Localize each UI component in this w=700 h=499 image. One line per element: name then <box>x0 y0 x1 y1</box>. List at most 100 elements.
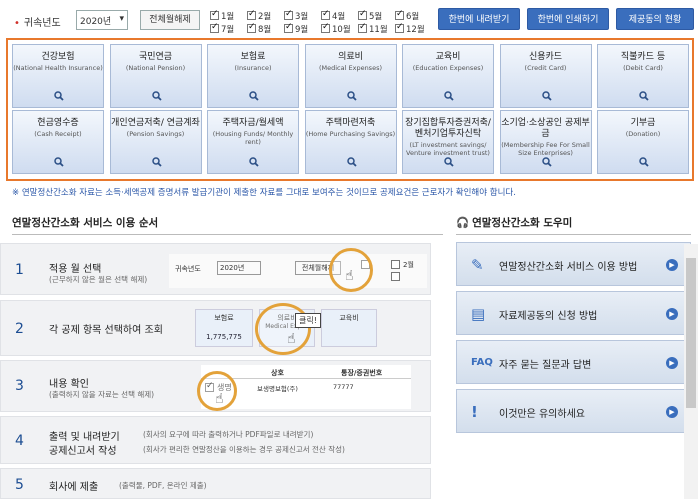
scrollbar[interactable] <box>684 244 698 499</box>
month-checkbox[interactable]: 2월 <box>247 9 284 22</box>
help-caution-button[interactable]: ! 이것만은 유의하세요 ▶ <box>456 389 691 433</box>
pointer-hand-icon: ☝ <box>287 331 296 347</box>
category-card[interactable]: 직불카드 등 (Debit Card) <box>597 44 689 108</box>
category-card[interactable]: 장기집합투자증권저축/ 벤처기업투자신탁 (LT investment savin… <box>402 110 494 174</box>
step-number: 5 <box>15 477 24 493</box>
category-title: 주택자금/월세액 <box>222 118 284 128</box>
category-title: 직불카드 등 <box>620 52 666 62</box>
category-card[interactable]: 보험료 (Insurance) <box>207 44 299 108</box>
step-4: 4 출력 및 내려받기 공제신고서 작성 (회사의 요구에 따라 출력하거나 P… <box>0 416 431 464</box>
category-card[interactable]: 현금영수증 (Cash Receipt) <box>12 110 104 174</box>
help-consent-guide-button[interactable]: ▤ 자료제공동의 신청 방법 ▶ <box>456 291 691 335</box>
category-subtitle: (Credit Card) <box>524 64 567 72</box>
month-checkbox[interactable]: 4월 <box>321 9 358 22</box>
category-card[interactable]: 신용카드 (Credit Card) <box>499 44 592 108</box>
category-card[interactable]: 주택자금/월세액 (Housing Funds/ Monthly rent) <box>207 110 299 174</box>
category-card[interactable]: 개인연금저축/ 연금계좌 (Pension Savings) <box>109 110 202 174</box>
month-label: 11월 <box>369 24 388 35</box>
search-icon <box>444 157 454 167</box>
month-checkbox[interactable]: 3월 <box>284 9 321 22</box>
category-card[interactable]: 의료비 (Medical Expenses) <box>304 44 397 108</box>
download-all-button[interactable]: 한번에 내려받기 <box>438 8 520 30</box>
bullet-icon: • <box>14 18 20 29</box>
step-title: 각 공제 항목 선택하여 조회 <box>49 325 163 336</box>
month-label: 5월 <box>369 11 383 22</box>
help-usage-guide-button[interactable]: ✎ 연말정산간소화 서비스 이용 방법 ▶ <box>456 242 691 286</box>
month-checkbox[interactable]: 11월 <box>358 22 395 35</box>
search-icon <box>639 91 649 101</box>
month-label: 10월 <box>332 24 351 35</box>
print-all-button[interactable]: 한번에 인쇄하기 <box>527 8 609 30</box>
checkbox-icon <box>210 22 219 33</box>
search-icon <box>541 157 552 167</box>
step-number: 4 <box>15 433 24 449</box>
demo-month-selector: 귀속년도 2020년 전체월해제 2월 <box>169 254 427 288</box>
step-number: 3 <box>15 378 24 394</box>
click-tooltip: 클릭! <box>295 313 321 328</box>
category-card[interactable]: 주택마련저축 (Home Purchasing Savings) <box>304 110 397 174</box>
category-subtitle: (National Pension) <box>125 64 186 72</box>
highlight-ring <box>255 303 311 355</box>
month-checkbox[interactable]: 1월 <box>210 9 247 22</box>
consent-status-button[interactable]: 제공동의 현황 <box>616 8 694 30</box>
search-icon <box>444 91 454 101</box>
category-subtitle: (Education Expenses) <box>412 64 484 72</box>
headset-icon: 🎧 <box>456 217 470 229</box>
search-icon <box>541 91 552 101</box>
checkbox-icon <box>284 9 293 20</box>
search-icon <box>151 157 162 167</box>
month-checkbox[interactable]: 9월 <box>284 22 321 35</box>
divider <box>12 234 443 235</box>
month-checkbox[interactable]: 8월 <box>247 22 284 35</box>
step-number: 1 <box>15 262 24 278</box>
unselect-all-months-button[interactable]: 전체월해제 <box>140 10 200 30</box>
month-checkbox[interactable]: 5월 <box>358 9 395 22</box>
doc-icon: ▤ <box>471 305 486 323</box>
month-checkbox[interactable]: 10월 <box>321 22 358 35</box>
category-card[interactable]: 소기업·소상공인 공제부금 (Membership Fee For Small S… <box>499 110 592 174</box>
category-title: 교육비 <box>435 52 461 62</box>
pointer-hand-icon: ☝ <box>215 391 224 407</box>
step-2: 2 각 공제 항목 선택하여 조회 보험료 1,775,775 의료비 Medi… <box>0 300 431 356</box>
search-icon <box>151 91 162 101</box>
category-card[interactable]: 기부금 (Donation) <box>597 110 689 174</box>
step-3: 3 내용 확인 (출력하지 않을 자료는 선택 해제) 상호 통장/증권번호 보… <box>0 360 431 412</box>
help-faq-button[interactable]: FAQ 자주 묻는 질문과 답변 ▶ <box>456 340 691 384</box>
category-subtitle: (Membership Fee For Small Size Enterpris… <box>501 141 590 157</box>
month-checkbox[interactable]: 6월 <box>395 9 432 22</box>
category-title: 신용카드 <box>528 52 563 62</box>
demo-category-card: 보험료 1,775,775 <box>195 309 253 347</box>
edit-doc-icon: ✎ <box>471 256 484 274</box>
step-subtitle: (출력하지 않을 자료는 선택 해제) <box>49 390 155 399</box>
category-card[interactable]: 건강보험 (National Health Insurance) <box>12 44 104 108</box>
guide-title: 연말정산간소화 서비스 이용 순서 <box>12 217 159 229</box>
month-checkbox[interactable]: 7월 <box>210 22 247 35</box>
month-label: 12월 <box>406 24 425 35</box>
category-title: 현금영수증 <box>37 118 79 128</box>
demo-category-card: 교육비 <box>321 309 377 347</box>
arrow-right-icon: ▶ <box>666 308 678 320</box>
search-icon <box>639 157 649 167</box>
notice-text: ※ 연말정산간소화 자료는 소득·세액공제 증명서류 발급기관이 제출한 자료를… <box>12 188 516 198</box>
category-subtitle: (Cash Receipt) <box>34 130 82 138</box>
step-subtitle: (출력물, PDF, 온라인 제출) <box>119 481 207 490</box>
category-subtitle: (Donation) <box>625 130 661 138</box>
category-card[interactable]: 국민연금 (National Pension) <box>109 44 202 108</box>
month-checkboxes: 1월 2월 3월 4월 5월 6월 7월 8월 9월 10월 11월 12월 <box>210 9 435 35</box>
checkbox-icon <box>395 22 404 33</box>
category-title: 장기집합투자증권저축/ 벤처기업투자신탁 <box>405 118 491 139</box>
arrow-right-icon: ▶ <box>666 357 678 369</box>
deduction-category-grid: 건강보험 (National Health Insurance) 국민연금 (Nati… <box>6 38 694 181</box>
year-select[interactable]: 2020년 <box>76 10 128 30</box>
category-card[interactable]: 교육비 (Education Expenses) <box>402 44 494 108</box>
category-title: 보험료 <box>240 52 266 62</box>
top-toolbar: •귀속년도 2020년 전체월해제 1월2월3월4월5월6월7월8월9월10월1… <box>0 0 700 36</box>
month-checkbox[interactable]: 12월 <box>395 22 432 35</box>
search-icon <box>54 91 64 101</box>
checkbox-icon <box>395 9 404 20</box>
search-icon <box>346 91 357 101</box>
step-subtitle: (회사의 요구에 따라 출력하거나 PDF파일로 내려받기) <box>143 430 314 439</box>
search-icon <box>249 157 259 167</box>
scrollbar-thumb[interactable] <box>686 258 696 408</box>
category-title: 주택마련저축 <box>325 118 376 128</box>
